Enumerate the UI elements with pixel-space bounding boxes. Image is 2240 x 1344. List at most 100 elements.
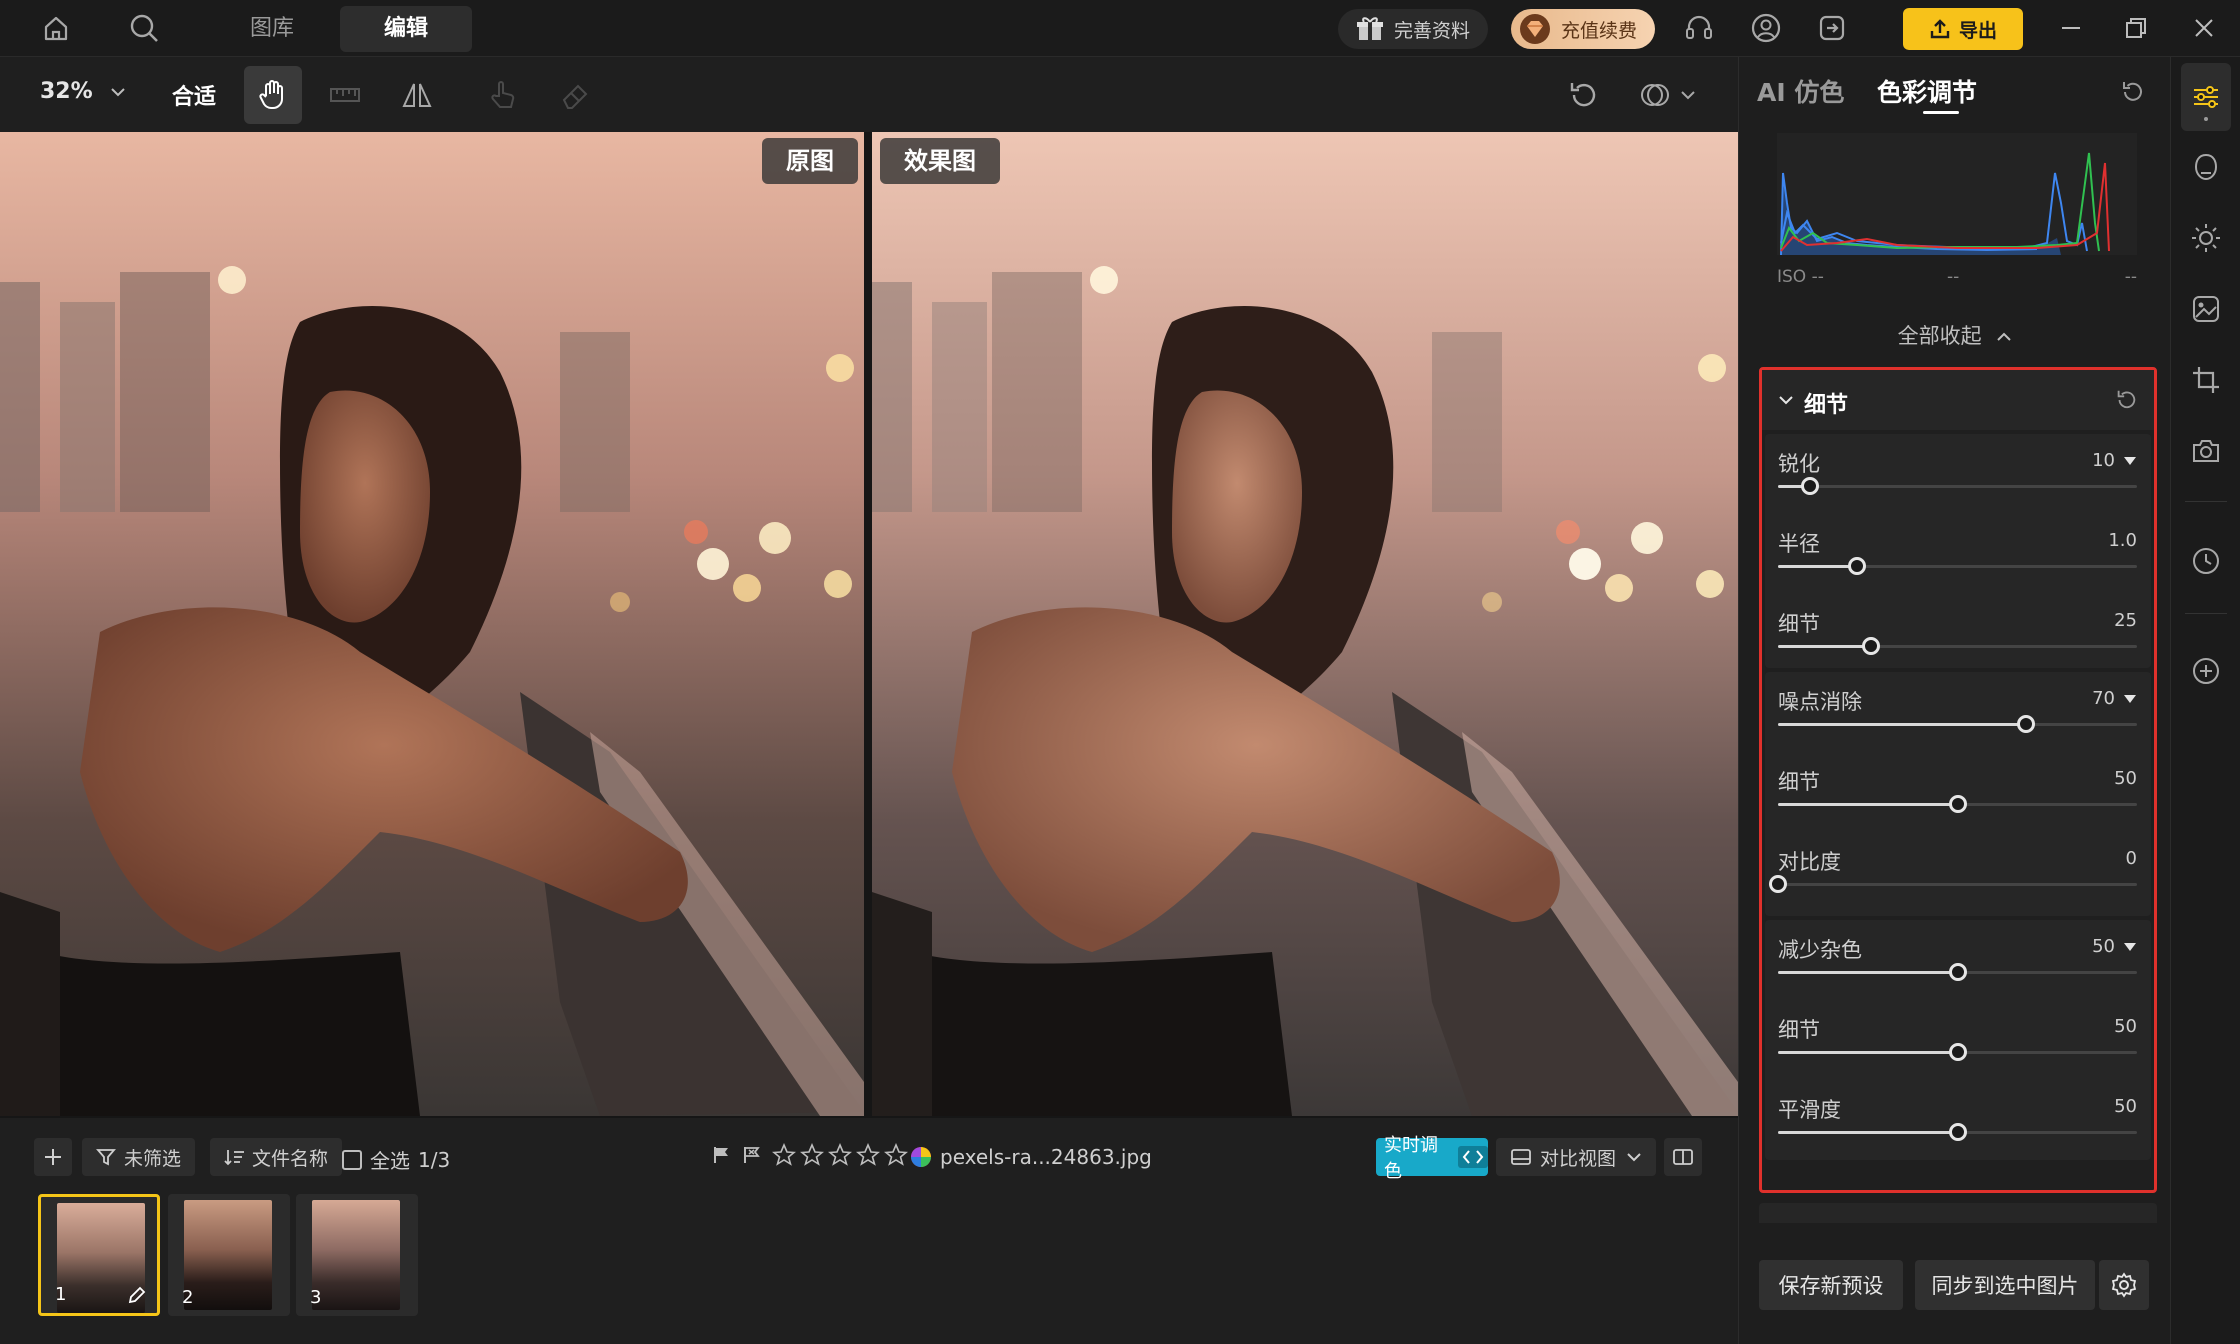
compare-view-dropdown[interactable]: 对比视图 [1496,1138,1657,1176]
export-button[interactable]: 导出 [1903,8,2023,50]
caret-down-icon[interactable] [2123,942,2137,952]
slider-track[interactable] [1778,795,2137,813]
slider-track[interactable] [1778,715,2137,733]
realtime-toggle[interactable]: 实时调色 [1376,1135,1488,1182]
headset-icon[interactable] [1681,10,1717,46]
filter-button[interactable]: 未筛选 [82,1138,196,1176]
recharge-button[interactable]: 充值续费 [1511,9,1656,49]
slider-smoothness[interactable]: 平滑度 50 [1765,1084,2151,1164]
slider-sharpen[interactable]: 锐化 10 [1765,438,2151,518]
collapse-all-button[interactable]: 全部收起 [1739,320,2171,350]
slider-track[interactable] [1778,557,2137,575]
slider-handle[interactable] [1862,637,1881,655]
user-icon[interactable] [1748,10,1784,46]
filename-label: pexels-ra...24863.jpg [940,1145,1152,1169]
slider-value[interactable]: 50 [2114,1016,2137,1037]
slider-value[interactable]: 70 [2092,688,2137,709]
slider-value[interactable]: 50 [2114,768,2137,789]
slider-handle[interactable] [1801,477,1820,495]
image-edit-icon[interactable] [2188,291,2224,327]
sync-settings-button[interactable] [2099,1260,2149,1310]
color-label-icon[interactable] [910,1146,932,1168]
split-view-button[interactable] [1664,1138,1702,1176]
share-icon[interactable] [1814,10,1850,46]
slider-handle[interactable] [1948,963,1967,981]
slider-radius[interactable]: 半径 1.0 [1765,518,2151,598]
slider-value[interactable]: 50 [2092,936,2137,957]
reset-icon[interactable] [2114,388,2138,412]
slider-color-noise-detail[interactable]: 细节 50 [1765,1004,2151,1084]
caret-down-icon[interactable] [2123,456,2137,466]
save-preset-button[interactable]: 保存新预设 [1759,1260,1903,1310]
search-icon[interactable] [126,10,162,46]
slider-fill [1778,971,1958,974]
crop-icon[interactable] [2188,362,2224,398]
slider-track[interactable] [1778,477,2137,495]
tab-color-adjust[interactable]: 色彩调节 [1877,73,1977,109]
ruler-icon [330,88,360,102]
zoom-dropdown[interactable]: 32% [40,79,126,104]
slider-noise-reduction[interactable]: 噪点消除 70 [1765,676,2151,756]
camera-icon[interactable] [2188,433,2224,469]
reset-all-icon[interactable] [2119,79,2145,105]
slider-handle[interactable] [1948,1123,1967,1141]
slider-handle[interactable] [1769,875,1787,893]
slider-noise-detail[interactable]: 细节 50 [1765,756,2151,836]
slider-handle[interactable] [1948,1043,1967,1061]
top-bar: 图库 编辑 完善资料 充值续费 导出 [0,0,2240,57]
tab-library[interactable]: 图库 [222,6,322,52]
restore-icon[interactable] [2118,10,2154,46]
thumbnail[interactable]: 3 [296,1194,418,1316]
overlay-mode-dropdown[interactable] [1628,66,1706,124]
slider-track[interactable] [1778,637,2137,655]
slider-track[interactable] [1769,875,2137,893]
slider-noise-contrast[interactable]: 对比度 0 [1765,836,2151,916]
flip-tool[interactable] [388,66,446,124]
minimize-icon[interactable] [2053,10,2089,46]
slider-handle[interactable] [2016,715,2035,733]
slider-track[interactable] [1778,963,2137,981]
slider-sharpen-detail[interactable]: 细节 25 [1765,598,2151,678]
tab-ai-color[interactable]: AI 仿色 [1757,73,1844,109]
fit-button[interactable]: 合适 [172,79,216,111]
adjust-sliders-icon[interactable] [2188,79,2224,115]
complete-profile-button[interactable]: 完善资料 [1338,9,1489,49]
hand-tool[interactable] [244,66,302,124]
sort-button[interactable]: 文件名称 [210,1138,343,1176]
sync-to-selected-button[interactable]: 同步到选中图片 [1915,1260,2095,1310]
slider-handle[interactable] [1847,557,1866,575]
checkbox-icon [342,1149,362,1170]
thumbnail[interactable]: 1 [38,1194,160,1316]
before-image[interactable]: 原图 [0,132,864,1116]
reject-flag-icon[interactable] [742,1145,762,1165]
after-image[interactable]: 效果图 [872,132,1738,1116]
slider-track[interactable] [1778,1123,2137,1141]
thumbnail[interactable]: 2 [168,1194,290,1316]
select-all-checkbox[interactable]: 全选 1/3 [342,1145,450,1174]
slider-handle[interactable] [1948,795,1967,813]
slider-value[interactable]: 10 [2092,450,2137,471]
detail-section-header[interactable]: 细节 [1762,370,2154,430]
tab-edit[interactable]: 编辑 [340,6,472,52]
slider-value[interactable]: 25 [2114,610,2137,631]
gear-icon [2111,1272,2137,1298]
add-button[interactable] [34,1138,72,1176]
portrait-icon[interactable] [2188,149,2224,185]
star-rating[interactable] [772,1143,908,1167]
slider-color-noise[interactable]: 减少杂色 50 [1765,924,2151,1004]
ruler-tool[interactable] [316,66,374,124]
add-circle-icon[interactable] [2188,653,2224,689]
slider-track[interactable] [1778,1043,2137,1061]
export-label: 导出 [1958,19,1997,42]
close-icon[interactable] [2186,10,2222,46]
star-icon [828,1143,852,1166]
history-icon[interactable] [2188,543,2224,579]
slider-value[interactable]: 0 [2126,848,2137,869]
slider-value[interactable]: 1.0 [2108,530,2137,551]
home-icon[interactable] [38,10,74,46]
caret-down-icon[interactable] [2123,694,2137,704]
slider-value[interactable]: 50 [2114,1096,2137,1117]
reset-view-button[interactable] [1554,66,1612,124]
light-icon[interactable] [2188,220,2224,256]
flag-icon[interactable] [712,1145,732,1165]
